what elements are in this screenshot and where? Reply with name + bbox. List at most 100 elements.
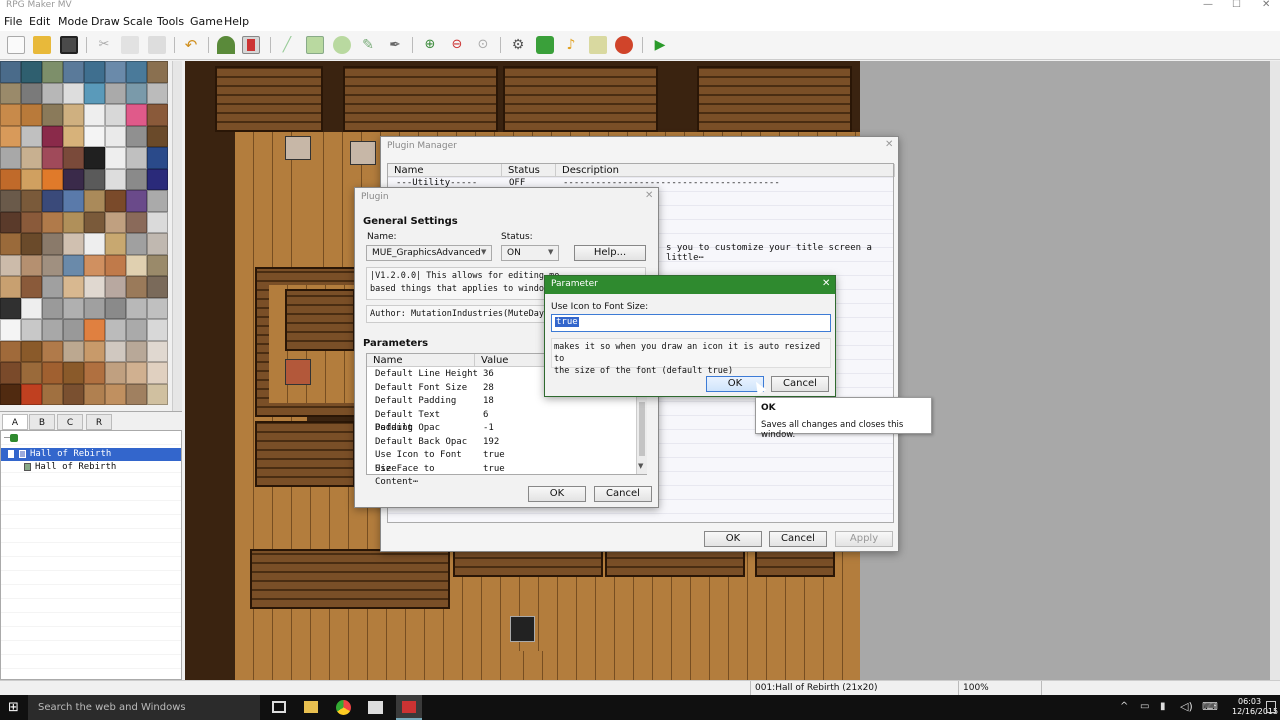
plugin-list-header: Name Status Description [388, 164, 895, 177]
gear-icon[interactable]: ⚙ [509, 36, 527, 54]
parameter-value-input[interactable]: true [551, 314, 831, 332]
app-title: RPG Maker MV [6, 0, 72, 10]
map-item-selected[interactable]: Hall of Rebirth [1, 448, 181, 461]
column-name[interactable]: Name [388, 164, 502, 177]
toolbar-separator [500, 37, 501, 53]
wall [605, 549, 745, 577]
maximize-icon[interactable]: ☐ [1232, 0, 1241, 10]
ok-button[interactable]: OK [528, 486, 586, 502]
event-searcher-icon[interactable] [589, 36, 607, 54]
map-mode-icon[interactable] [217, 36, 235, 54]
event-mode-icon[interactable] [242, 36, 260, 54]
map-canvas-empty [860, 61, 1270, 680]
chevron-up-icon[interactable]: ^ [1120, 701, 1128, 712]
wall [343, 66, 498, 132]
tab-r[interactable]: R [86, 414, 112, 430]
map-tree: Hall of Rebirth Hall of Rebirth [0, 430, 182, 680]
status-dropdown[interactable]: ON ▼ [501, 245, 559, 261]
close-icon[interactable]: ✕ [822, 278, 830, 289]
pencil-icon[interactable]: ╱ [278, 36, 296, 54]
cancel-button[interactable]: Cancel [594, 486, 652, 502]
scroll-down-icon[interactable]: ▼ [638, 462, 643, 470]
task-view-icon[interactable] [272, 701, 286, 713]
fill-icon[interactable]: ✎ [359, 36, 377, 54]
close-icon[interactable]: ✕ [885, 139, 893, 150]
menu-scale[interactable]: Scale [123, 15, 153, 28]
app-window-icon[interactable] [368, 701, 383, 714]
project-root-icon[interactable] [4, 434, 18, 444]
help-button[interactable]: Help... [574, 245, 646, 261]
menu-tools[interactable]: Tools [157, 15, 184, 28]
cancel-button[interactable]: Cancel [769, 531, 827, 547]
map-scrollbar[interactable] [1270, 61, 1280, 680]
sound-test-icon[interactable]: ♪ [562, 36, 580, 54]
parameter-name: Default Font Size [375, 382, 468, 393]
notification-icon[interactable] [1266, 701, 1276, 713]
map-item[interactable]: Hall of Rebirth [1, 461, 181, 474]
new-project-icon[interactable] [7, 36, 25, 54]
column-name[interactable]: Name [367, 354, 475, 367]
menu-edit[interactable]: Edit [29, 15, 50, 28]
plugin-name-dropdown[interactable]: MUE_GraphicsAdvanced ▼ [366, 245, 492, 261]
close-icon[interactable]: ✕ [1262, 0, 1270, 10]
ok-button[interactable]: OK [704, 531, 762, 547]
clock-time[interactable]: 06:03 [1238, 697, 1261, 706]
tab-b[interactable]: B [29, 414, 55, 430]
parameter-value: true [483, 450, 505, 460]
file-explorer-icon[interactable] [304, 701, 318, 713]
menu-mode[interactable]: Mode [58, 15, 88, 28]
tray-icon[interactable]: ▭ [1140, 701, 1149, 712]
character-sprite[interactable] [510, 616, 535, 642]
input-value: true [555, 317, 579, 327]
paste-icon[interactable] [148, 36, 166, 54]
tab-a[interactable]: A [2, 414, 28, 430]
parameter-name: Default Line Height [375, 369, 478, 379]
wall [755, 549, 835, 577]
network-icon[interactable]: ▮ [1160, 701, 1166, 712]
column-status[interactable]: Status [502, 164, 556, 177]
zoom-in-icon[interactable]: ⊕ [421, 36, 439, 54]
dialog-title: Parameter [551, 279, 598, 289]
keyboard-icon[interactable]: ⌨ [1202, 700, 1218, 713]
apply-button[interactable]: Apply [835, 531, 893, 547]
cancel-button[interactable]: Cancel [771, 376, 829, 392]
actual-size-icon[interactable]: ⊙ [474, 36, 492, 54]
open-project-icon[interactable] [33, 36, 51, 54]
tileset-scrollbar[interactable] [172, 61, 182, 411]
menu-file[interactable]: File [4, 15, 22, 28]
copy-icon[interactable] [121, 36, 139, 54]
shadow-pen-icon[interactable]: ✒ [386, 36, 404, 54]
plugin-description: s you to customize your title screen a l… [666, 243, 872, 263]
taskbar-search-input[interactable]: Search the web and Windows [28, 695, 260, 720]
save-project-icon[interactable] [60, 36, 78, 54]
windows-start-icon[interactable]: ⊞ [8, 701, 19, 714]
cut-icon[interactable]: ✂ [95, 36, 113, 54]
ellipse-icon[interactable] [333, 36, 351, 54]
rectangle-icon[interactable] [306, 36, 324, 54]
volume-icon[interactable]: ◁) [1180, 700, 1193, 713]
scroll-thumb[interactable] [639, 402, 645, 456]
character-generator-icon[interactable] [615, 36, 633, 54]
column-description[interactable]: Description [556, 164, 895, 177]
menu-draw[interactable]: Draw [91, 15, 120, 28]
expand-icon[interactable] [8, 450, 14, 458]
playtest-icon[interactable]: ▶ [651, 36, 669, 54]
menu-game[interactable]: Game [190, 15, 223, 28]
tileset-palette[interactable] [0, 61, 172, 411]
map-info: 001:Hall of Rebirth (21x20) [755, 683, 878, 693]
zoom-out-icon[interactable]: ⊖ [448, 36, 466, 54]
chrome-icon[interactable] [336, 700, 351, 715]
parameter-value: 192 [483, 436, 500, 447]
toolbar-separator [174, 37, 175, 53]
close-icon[interactable]: ✕ [645, 190, 653, 201]
minimize-icon[interactable]: — [1203, 0, 1213, 10]
status-value: ON [507, 248, 521, 258]
menu-help[interactable]: Help [224, 15, 249, 28]
plugin-manager-icon[interactable] [536, 36, 554, 54]
tab-c[interactable]: C [57, 414, 83, 430]
undo-icon[interactable]: ↶ [182, 36, 200, 54]
wall [255, 421, 355, 487]
zoom-level: 100% [963, 683, 989, 693]
rpg-maker-taskbar-item[interactable] [396, 695, 422, 720]
tooltip-title: OK [761, 403, 776, 413]
